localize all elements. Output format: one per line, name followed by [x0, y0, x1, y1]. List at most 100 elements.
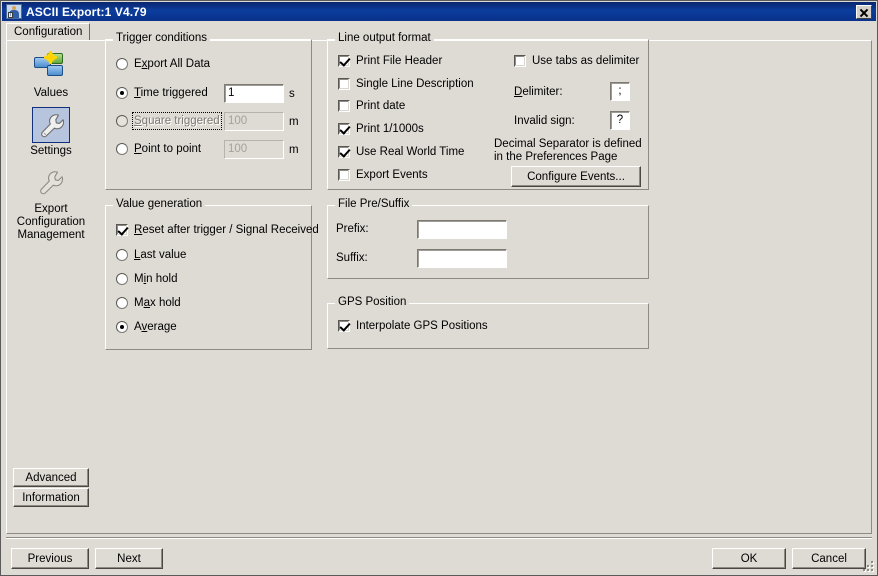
- wrench-glyph: [41, 114, 65, 138]
- invalid-sign-input[interactable]: ?: [610, 111, 630, 130]
- sidebar-label-line2: Configuration: [16, 216, 86, 228]
- radio-export-all-data[interactable]: Export All Data: [116, 57, 210, 71]
- checkbox-reset-after-trigger[interactable]: Reset after trigger / Signal Received: [116, 223, 319, 237]
- checkbox-label: Print File Header: [356, 55, 443, 67]
- ascii-export-dialog: i ASCII Export:1 V4.79 Configuration Val…: [0, 0, 878, 576]
- checkbox-label: Export Events: [356, 169, 428, 181]
- radio-last-value[interactable]: Last value: [116, 248, 186, 262]
- checkbox-label: Use tabs as delimiter: [532, 55, 640, 67]
- next-button[interactable]: Next: [95, 548, 163, 569]
- time-triggered-input[interactable]: 1: [224, 84, 284, 103]
- radio-average[interactable]: Average: [116, 320, 177, 334]
- footer-separator: [6, 537, 872, 539]
- user-icon: i: [6, 4, 22, 19]
- checkbox-label: Print 1/1000s: [356, 123, 424, 135]
- sidebar: Values Settings Export Configuration Man…: [7, 41, 95, 533]
- radio-min-hold[interactable]: Min hold: [116, 272, 178, 286]
- decimal-separator-note-line2: in the Preferences Page: [494, 151, 618, 163]
- radio-indicator: [116, 297, 128, 309]
- radio-label: Point to point: [134, 143, 202, 155]
- ok-button[interactable]: OK: [712, 548, 786, 569]
- sidebar-label-line3: Management: [17, 229, 85, 241]
- checkbox-interpolate-gps-positions[interactable]: Interpolate GPS Positions: [338, 319, 488, 333]
- radio-indicator: [116, 58, 128, 70]
- wrench-icon: [32, 107, 70, 143]
- radio-indicator: [116, 143, 128, 155]
- checkbox-indicator: [116, 224, 128, 236]
- radio-label: Max hold: [134, 297, 181, 309]
- wrench-grey-icon: [32, 165, 70, 201]
- suffix-label: Suffix:: [336, 252, 368, 264]
- client-area: Values Settings Export Configuration Man…: [6, 32, 872, 534]
- prefix-input[interactable]: [417, 220, 507, 239]
- checkbox-print-file-header[interactable]: Print File Header: [338, 54, 442, 68]
- time-triggered-unit: s: [289, 88, 295, 100]
- checkbox-indicator: [338, 320, 350, 332]
- checkbox-indicator: [338, 55, 350, 67]
- radio-indicator: [116, 115, 128, 127]
- invalid-sign-label: Invalid sign:: [514, 115, 575, 127]
- wrench-grey-glyph: [40, 171, 64, 195]
- advanced-button[interactable]: Advanced: [13, 468, 89, 487]
- radio-square-triggered[interactable]: Square triggered: [116, 112, 222, 130]
- prefix-label: Prefix:: [336, 223, 369, 235]
- radio-point-to-point[interactable]: Point to point: [116, 142, 201, 156]
- group-trigger-conditions: Trigger conditions Export All Data Time …: [105, 32, 312, 190]
- radio-indicator: [116, 87, 128, 99]
- resize-grip[interactable]: [862, 560, 875, 573]
- group-gps-position: GPS Position Interpolate GPS Positions: [327, 296, 649, 349]
- checkbox-print-1-1000s[interactable]: Print 1/1000s: [338, 122, 424, 136]
- radio-indicator: [116, 249, 128, 261]
- group-title: File Pre/Suffix: [335, 198, 413, 211]
- delimiter-input[interactable]: ;: [610, 82, 630, 101]
- group-title: Trigger conditions: [113, 32, 210, 45]
- checkbox-label: Print date: [356, 100, 406, 112]
- checkbox-label: Reset after trigger / Signal Received: [134, 224, 319, 236]
- group-title: Value generation: [113, 198, 206, 211]
- window-title: ASCII Export:1 V4.79: [26, 4, 147, 19]
- sidebar-item-label: Export Configuration Management: [7, 203, 95, 242]
- decimal-separator-note-line1: Decimal Separator is defined: [494, 138, 642, 150]
- checkbox-label: Use Real World Time: [356, 146, 465, 158]
- checkbox-indicator: [338, 100, 350, 112]
- group-title: Line output format: [335, 32, 434, 45]
- checkbox-indicator: [338, 146, 350, 158]
- radio-label: Average: [134, 321, 177, 333]
- radio-label: Time triggered: [134, 87, 208, 99]
- close-icon[interactable]: [856, 4, 872, 19]
- cancel-button[interactable]: Cancel: [792, 548, 866, 569]
- radio-label: Export All Data: [134, 58, 211, 70]
- group-title: GPS Position: [335, 296, 410, 309]
- radio-max-hold[interactable]: Max hold: [116, 296, 181, 310]
- sidebar-item-label: Settings: [30, 145, 72, 157]
- group-file-pre-suffix: File Pre/Suffix Prefix: Suffix:: [327, 198, 649, 279]
- checkbox-indicator: [338, 78, 350, 90]
- radio-label: Min hold: [134, 273, 178, 285]
- point-to-point-input[interactable]: 100: [224, 140, 284, 159]
- sidebar-item-values[interactable]: Values: [7, 49, 95, 100]
- square-triggered-input[interactable]: 100: [224, 112, 284, 131]
- checkbox-indicator: [514, 55, 526, 67]
- checkbox-use-tabs-as-delimiter[interactable]: Use tabs as delimiter: [514, 54, 639, 68]
- suffix-input[interactable]: [417, 249, 507, 268]
- values-icon: [32, 49, 70, 85]
- radio-label: Last value: [134, 249, 187, 261]
- checkbox-indicator: [338, 123, 350, 135]
- checkbox-single-line-description[interactable]: Single Line Description: [338, 77, 474, 91]
- point-to-point-unit: m: [289, 144, 299, 156]
- checkbox-indicator: [338, 169, 350, 181]
- checkbox-export-events[interactable]: Export Events: [338, 168, 428, 182]
- title-bar: i ASCII Export:1 V4.79: [2, 2, 876, 21]
- group-value-generation: Value generation Reset after trigger / S…: [105, 198, 319, 350]
- information-button[interactable]: Information: [13, 488, 89, 507]
- radio-indicator: [116, 321, 128, 333]
- radio-label: Square triggered: [132, 112, 222, 130]
- checkbox-print-date[interactable]: Print date: [338, 99, 405, 113]
- delimiter-label: Delimiter:: [514, 86, 563, 98]
- radio-time-triggered[interactable]: Time triggered: [116, 86, 208, 100]
- sidebar-item-export-configuration-management[interactable]: Export Configuration Management: [7, 165, 95, 242]
- configure-events-button[interactable]: Configure Events...: [511, 166, 641, 187]
- previous-button[interactable]: Previous: [11, 548, 89, 569]
- sidebar-item-settings[interactable]: Settings: [7, 107, 95, 158]
- checkbox-use-real-world-time[interactable]: Use Real World Time: [338, 145, 464, 159]
